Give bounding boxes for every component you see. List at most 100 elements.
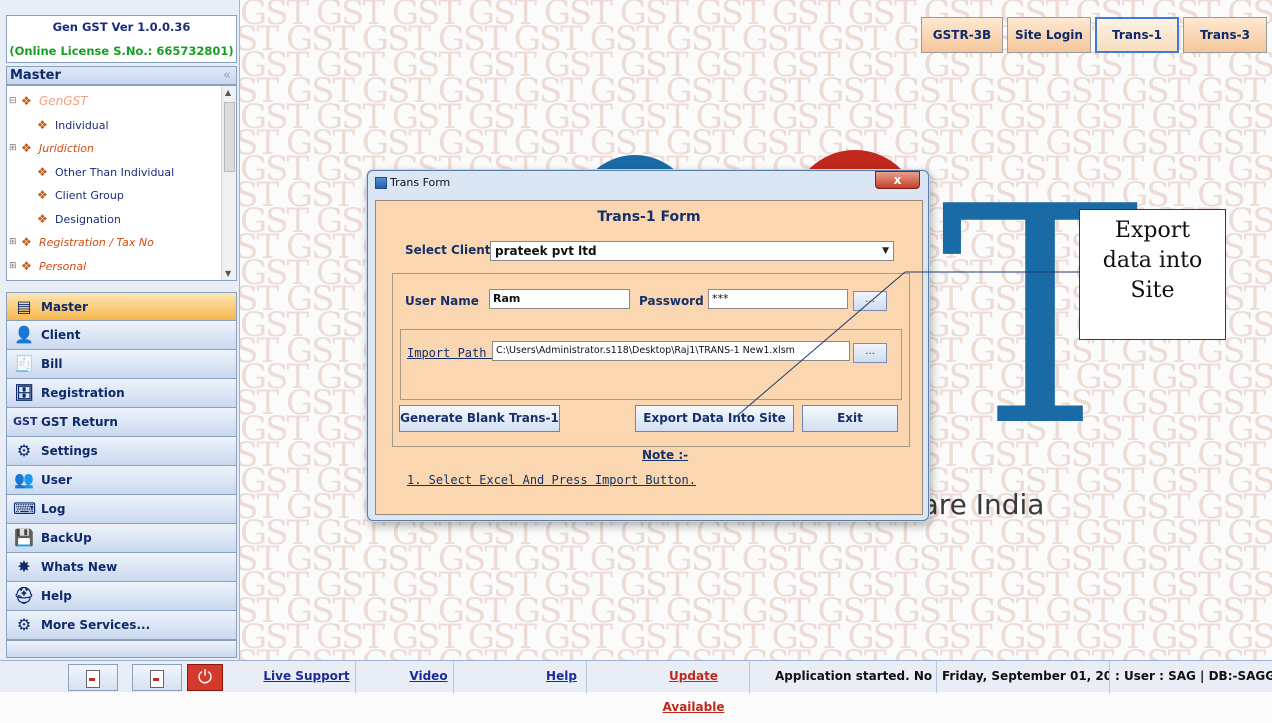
export-data-into-site-button[interactable]: Export Data Into Site (635, 405, 794, 432)
note-line-1: 1. Select Excel And Press Import Button. (407, 473, 696, 487)
dialog-titlebar[interactable]: Trans Form (368, 171, 928, 195)
sidebar-item-label: Help (41, 589, 72, 603)
password-browse-button[interactable]: ... (853, 291, 887, 311)
master-tree[interactable]: ▲ ▼ ⊟ ❖ GenGST ❖ Individual ⊞ ❖ Juridiction ❖ Oth… (6, 85, 237, 281)
sidebar-item-label: GST Return (41, 415, 118, 429)
sidebar-item-label: Whats New (41, 560, 118, 574)
selected-client-value: prateek pvt ltd (495, 244, 597, 258)
bill-icon: 🧾 (14, 354, 34, 373)
tree-expand-icon[interactable]: ⊞ (9, 257, 19, 275)
sidebar-item-backup[interactable]: 💾 BackUp (6, 524, 237, 553)
generate-blank-trans-1-button[interactable]: Generate Blank Trans-1 (399, 405, 560, 432)
sidebar-item-label: Log (41, 502, 66, 516)
settings-icon: ⚙ (16, 441, 32, 460)
sidebar-item-label: User (41, 473, 72, 487)
import-group (400, 329, 902, 400)
master-panel-header[interactable]: Master « (6, 66, 237, 85)
tree-node-icon: ❖ (37, 188, 48, 202)
tree-item-label: Individual (55, 118, 109, 132)
callout-line-3: Site (1130, 278, 1175, 303)
sidebar-item-user[interactable]: 👥 User (6, 466, 237, 495)
client-icon: 👤 (14, 325, 34, 344)
dialog-body: Trans-1 Form Select Client prateek pvt l… (375, 200, 923, 515)
tree-item[interactable]: ❖ Individual (37, 116, 109, 134)
gstr-3b-button[interactable]: GSTR-3B (921, 17, 1003, 53)
import-path-label: Import Path : (407, 346, 501, 360)
sidebar-item-label: Registration (41, 386, 125, 400)
document-new-icon[interactable] (68, 664, 118, 691)
sidebar-item-bill[interactable]: 🧾 Bill (6, 350, 237, 379)
users-icon: 👥 (14, 470, 34, 489)
import-path-input[interactable]: C:\Users\Administrator.s118\Desktop\Raj1… (492, 341, 850, 361)
sidebar-item-client[interactable]: 👤 Client (6, 321, 237, 350)
password-input[interactable]: *** (708, 289, 848, 309)
note-heading: Note :- (642, 448, 689, 462)
status-user-db: : User : SAG | DB:-SAGGST (1115, 669, 1272, 683)
exit-button[interactable]: Exit (802, 405, 898, 432)
tree-scrollbar[interactable]: ▲ ▼ (221, 86, 236, 280)
tree-expand-icon[interactable]: ⊞ (9, 139, 19, 157)
tree-item[interactable]: ❖ Client Group (37, 186, 124, 204)
sidebar-item-registration[interactable]: 🗄 Registration (6, 379, 237, 408)
tree-item[interactable]: ⊞ ❖ Personal (9, 257, 86, 275)
window-app-icon (375, 177, 387, 189)
collapse-chevron-icon[interactable]: « (223, 67, 231, 84)
callout-line-2: data into (1102, 248, 1203, 273)
tree-collapse-icon[interactable]: ⊟ (9, 92, 19, 110)
sidebar-item-whats-new[interactable]: ✸ Whats New (6, 553, 237, 582)
password-label: Password (639, 294, 704, 308)
master-panel-title: Master (10, 68, 61, 83)
tree-node-icon: ❖ (21, 141, 32, 155)
sidebar-item-help[interactable]: ⛑ Help (6, 582, 237, 611)
site-login-button[interactable]: Site Login (1007, 17, 1091, 53)
update-available-link[interactable]: Update Available (638, 661, 750, 714)
dropdown-arrow-icon[interactable]: ▼ (882, 242, 889, 260)
sidebar-item-settings[interactable]: ⚙ Settings (6, 437, 237, 466)
trans-form-dialog: Trans Form x Trans-1 Form Select Client … (367, 170, 929, 521)
trans-3-button[interactable]: Trans-3 (1183, 17, 1267, 53)
user-name-input[interactable]: Ram (489, 289, 630, 309)
sidebar: Gen GST Ver 1.0.0.36 (Online License S.N… (0, 0, 240, 660)
sidebar-item-more-services[interactable]: ⚙ More Services... (6, 611, 237, 640)
live-support-link[interactable]: Live Support (258, 661, 356, 693)
help-link[interactable]: Help (537, 661, 587, 693)
help-icon: ⛑ (13, 586, 35, 605)
power-off-icon[interactable]: ⏻ (187, 664, 223, 691)
video-link[interactable]: Video (404, 661, 454, 693)
log-icon: ⌨ (13, 499, 37, 518)
sidebar-nav: ▤ Master 👤 Client 🧾 Bill 🗄 Registration GST GST R… (6, 292, 237, 640)
tree-item-label: GenGST (39, 94, 88, 108)
tree-item[interactable]: ⊞ ❖ Registration / Tax No (9, 233, 154, 251)
dialog-close-button[interactable]: x (875, 171, 920, 189)
scroll-down-arrow-icon[interactable]: ▼ (225, 269, 231, 278)
status-date: Friday, September 01, 2017 (937, 661, 1110, 693)
tree-item[interactable]: ❖ Designation (37, 210, 121, 228)
sidebar-item-label: Client (41, 328, 81, 342)
tree-node-icon: ❖ (37, 211, 48, 226)
sidebar-item-gst-return[interactable]: GST GST Return (6, 408, 237, 437)
dialog-window-title: Trans Form (390, 176, 451, 189)
trans-1-button[interactable]: Trans-1 (1095, 17, 1179, 53)
select-client-label: Select Client (405, 243, 491, 257)
tree-expand-icon[interactable]: ⊞ (9, 233, 19, 251)
sidebar-item-log[interactable]: ⌨ Log (6, 495, 237, 524)
app-version: Gen GST Ver 1.0.0.36 (52, 20, 191, 34)
new-badge-icon: ✸ (17, 557, 31, 576)
tree-node-icon: ❖ (37, 164, 48, 179)
select-client-dropdown[interactable]: prateek pvt ltd ▼ (490, 241, 894, 261)
import-browse-button[interactable]: ... (853, 343, 887, 363)
tree-node-icon: ❖ (37, 117, 48, 132)
sidebar-item-label: BackUp (41, 531, 92, 545)
document-close-icon[interactable] (132, 664, 182, 691)
watermark-row: GST GST GST GST GST GST GST GST GST GST … (240, 646, 1272, 660)
scrollbar-thumb[interactable] (224, 102, 235, 172)
tree-item[interactable]: ⊟ ❖ GenGST (9, 92, 88, 110)
tree-node-icon: ❖ (21, 94, 32, 108)
sidebar-item-master[interactable]: ▤ Master (6, 292, 237, 321)
tree-node-icon: ❖ (21, 258, 32, 273)
scroll-up-arrow-icon[interactable]: ▲ (225, 88, 231, 97)
sidebar-item-label: Master (41, 300, 88, 314)
tree-item[interactable]: ⊞ ❖ Juridiction (9, 139, 94, 157)
tree-item[interactable]: ❖ Other Than Individual (37, 163, 174, 181)
sidebar-item-label: More Services... (41, 618, 151, 632)
